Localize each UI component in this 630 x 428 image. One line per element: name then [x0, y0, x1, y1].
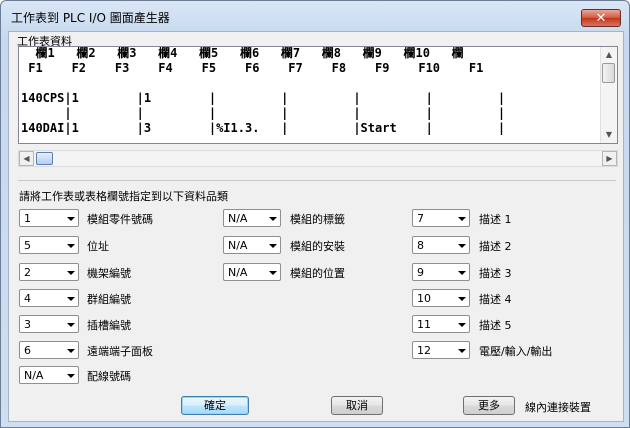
field-label: 群組編號: [87, 293, 131, 306]
chevron-down-icon: [67, 271, 75, 275]
field-label: 插槽編號: [87, 319, 131, 332]
chevron-down-icon: [458, 349, 466, 353]
divider: [18, 180, 616, 181]
dialog-body: 工作表資料 欄1 欄2 欄3 欄4 欄5 欄6 欄7 欄8 欄9 欄10 欄 F…: [8, 31, 624, 422]
field-label: 機架編號: [87, 267, 131, 280]
scroll-right-icon[interactable]: ▶: [602, 151, 617, 166]
scroll-up-icon[interactable]: ▲: [601, 47, 617, 63]
column-select[interactable]: N/A: [223, 263, 281, 281]
chevron-down-icon: [458, 323, 466, 327]
field-label: 位址: [87, 240, 109, 253]
column-select[interactable]: 10: [412, 289, 470, 307]
field-label: 模組零件號碼: [87, 213, 153, 226]
worksheet-grid[interactable]: 欄1 欄2 欄3 欄4 欄5 欄6 欄7 欄8 欄9 欄10 欄 F1 F2 F…: [18, 46, 618, 144]
scroll-left-icon[interactable]: ◀: [19, 151, 34, 166]
chevron-down-icon: [67, 323, 75, 327]
chevron-down-icon: [269, 244, 277, 248]
column-select[interactable]: N/A: [223, 236, 281, 254]
ok-button[interactable]: 確定: [181, 396, 249, 415]
column-select[interactable]: 6: [19, 341, 79, 359]
chevron-down-icon: [269, 217, 277, 221]
cancel-button[interactable]: 取消: [331, 396, 383, 415]
chevron-down-icon: [67, 297, 75, 301]
more-button[interactable]: 更多: [463, 396, 515, 415]
column-select[interactable]: 7: [412, 209, 470, 227]
column-select[interactable]: 5: [19, 236, 79, 254]
scroll-down-icon[interactable]: ▼: [601, 127, 617, 143]
field-label: 描述 1: [479, 213, 512, 226]
column-select[interactable]: N/A: [223, 209, 281, 227]
field-label: 模組的安裝: [290, 240, 345, 253]
column-select[interactable]: 4: [19, 289, 79, 307]
horizontal-scroll-thumb[interactable]: [36, 152, 53, 165]
column-select[interactable]: 1: [19, 209, 79, 227]
field-label: 電壓/輸入/輸出: [479, 345, 553, 358]
close-button[interactable]: ✕: [581, 9, 621, 27]
dialog-window: 工作表到 PLC I/O 圖面產生器 ✕ 工作表資料 欄1 欄2 欄3 欄4 欄…: [0, 0, 630, 428]
chevron-down-icon: [67, 374, 75, 378]
chevron-down-icon: [67, 244, 75, 248]
column-select[interactable]: 3: [19, 315, 79, 333]
worksheet-grid-text: 欄1 欄2 欄3 欄4 欄5 欄6 欄7 欄8 欄9 欄10 欄 F1 F2 F…: [21, 46, 506, 135]
column-select[interactable]: N/A: [19, 366, 79, 384]
field-label: 模組的標籤: [290, 213, 345, 226]
column-select[interactable]: 11: [412, 315, 470, 333]
horizontal-scrollbar[interactable]: ◀ ▶: [18, 150, 618, 167]
chevron-down-icon: [458, 217, 466, 221]
chevron-down-icon: [458, 271, 466, 275]
field-label: 模組的位置: [290, 267, 345, 280]
vertical-scrollbar[interactable]: ▲ ▼: [600, 47, 617, 143]
field-label: 描述 4: [479, 293, 512, 306]
field-label: 描述 3: [479, 267, 512, 280]
inline-connect-label: 線內連接裝置: [525, 401, 591, 414]
column-select[interactable]: 9: [412, 263, 470, 281]
section-label: 請將工作表或表格欄號指定到以下資料品類: [19, 190, 228, 203]
chevron-down-icon: [458, 244, 466, 248]
field-label: 描述 5: [479, 319, 512, 332]
title-bar[interactable]: 工作表到 PLC I/O 圖面產生器 ✕: [1, 1, 629, 31]
chevron-down-icon: [67, 349, 75, 353]
vertical-scroll-thumb[interactable]: [602, 63, 615, 83]
field-label: 配線號碼: [87, 370, 131, 383]
column-select[interactable]: 12: [412, 341, 470, 359]
field-label: 遠端端子面板: [87, 345, 153, 358]
chevron-down-icon: [269, 271, 277, 275]
chevron-down-icon: [67, 217, 75, 221]
window-title: 工作表到 PLC I/O 圖面產生器: [11, 11, 170, 25]
column-select[interactable]: 2: [19, 263, 79, 281]
column-select[interactable]: 8: [412, 236, 470, 254]
chevron-down-icon: [458, 297, 466, 301]
field-label: 描述 2: [479, 240, 512, 253]
